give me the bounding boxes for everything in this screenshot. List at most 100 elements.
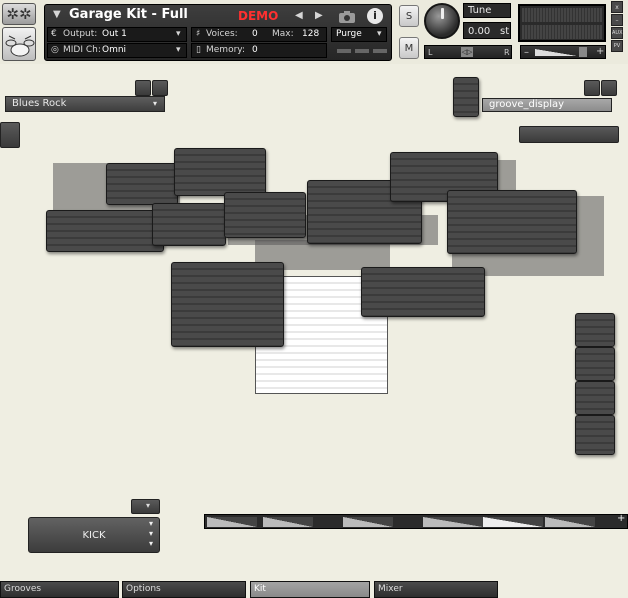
max-value: 128 — [302, 29, 320, 39]
mixer-fader[interactable] — [343, 517, 393, 527]
tab-grooves[interactable]: Grooves — [0, 581, 119, 598]
tab-mixer[interactable]: Mixer — [374, 581, 498, 598]
pan-left-label: L — [428, 48, 433, 57]
volume-plus-label: + — [596, 46, 605, 57]
volume-minus-label: – — [524, 47, 529, 58]
close-button[interactable]: x — [611, 1, 623, 13]
groove-display-button[interactable] — [453, 77, 479, 117]
drum-pad[interactable] — [575, 415, 615, 455]
voices-display: ♯ Voices: 0 Max: 128 — [191, 27, 327, 42]
aux-button[interactable]: AUX — [611, 27, 623, 39]
instrument-panel: ▼ Garage Kit - Full DEMO ◀ ▶ i € Output:… — [44, 4, 392, 61]
drum-pad[interactable] — [174, 148, 266, 196]
volume-handle[interactable] — [579, 47, 587, 57]
tune-value-box[interactable]: 0.00 st — [463, 22, 511, 39]
meter-left — [522, 8, 602, 22]
volume-slider[interactable]: – + — [520, 45, 606, 59]
memory-value: 0 — [252, 45, 258, 55]
purge-bar — [373, 49, 387, 53]
purge-dropdown[interactable]: Purge ▾ — [331, 27, 387, 42]
drum-pad[interactable] — [152, 203, 226, 246]
midi-channel-selector[interactable]: ◎ MIDI Ch: Omni ▾ — [47, 43, 187, 58]
max-label: Max: — [272, 29, 294, 39]
camera-icon[interactable] — [337, 9, 357, 23]
tab-kit[interactable]: Kit — [250, 581, 370, 598]
chevron-down-icon: ▾ — [153, 99, 158, 108]
groove-prev-button[interactable] — [135, 80, 151, 96]
midi-value: Omni — [102, 45, 127, 55]
tune-knob[interactable] — [424, 3, 460, 39]
drum-pad[interactable] — [575, 381, 615, 415]
voices-label: Voices: — [206, 29, 238, 39]
chevron-down-icon: ▾ — [176, 45, 181, 55]
drum-pad[interactable] — [46, 210, 164, 252]
info-icon[interactable]: i — [367, 8, 383, 24]
output-label: Output: — [63, 29, 98, 39]
pv-button[interactable]: PV — [611, 40, 623, 52]
groove-right-bar[interactable] — [519, 126, 619, 143]
chevron-down-icon: ▾ — [377, 29, 382, 39]
kick-selector-value: KICK — [82, 530, 106, 541]
prev-arrow-icon[interactable]: ◀ — [295, 10, 303, 21]
instrument-title[interactable]: Garage Kit - Full — [69, 7, 188, 22]
midi-label: MIDI Ch: — [63, 45, 101, 55]
memory-display: ▯ Memory: 0 — [191, 43, 327, 58]
drum-kit-icon — [5, 35, 35, 57]
chevron-down-icon: ▾ — [149, 539, 154, 548]
mixer-fader[interactable] — [207, 517, 257, 527]
mixer-fader[interactable] — [263, 517, 313, 527]
groove-display: groove_display — [482, 98, 612, 112]
demo-badge: DEMO — [238, 9, 279, 23]
drum-kit-logo — [2, 27, 36, 61]
memory-label: Memory: — [206, 45, 245, 55]
tune-unit: st — [500, 26, 510, 37]
drum-pad[interactable] — [224, 192, 306, 238]
mixer-strip: + — [204, 513, 628, 529]
mixer-fader[interactable] — [423, 517, 483, 527]
voices-value: 0 — [252, 29, 258, 39]
purge-bar — [337, 49, 351, 53]
purge-bar — [355, 49, 369, 53]
meter-right — [522, 25, 602, 39]
mixer-fader[interactable] — [483, 517, 543, 527]
pan-slider[interactable]: L ◁▷ R — [424, 45, 512, 59]
tune-label: Tune — [463, 3, 511, 18]
groove-right-next-button[interactable] — [601, 80, 617, 96]
kick-selector[interactable]: KICK ▾ ▾ ▾ — [28, 517, 160, 553]
drum-pad[interactable] — [575, 313, 615, 347]
groove-style-value: Blues Rock — [12, 98, 67, 109]
tab-options[interactable]: Options — [122, 581, 246, 598]
output-selector[interactable]: € Output: Out 1 ▾ — [47, 27, 187, 42]
drum-pad[interactable] — [106, 163, 178, 205]
drum-pad[interactable] — [447, 190, 577, 254]
minimize-button[interactable]: – — [611, 14, 623, 26]
volume-ramp — [535, 49, 577, 56]
knob-indicator — [441, 8, 444, 19]
groove-style-dropdown[interactable]: Blues Rock ▾ — [5, 96, 165, 112]
mixer-fader[interactable] — [545, 517, 595, 527]
drum-pad[interactable] — [171, 262, 284, 347]
voices-icon: ♯ — [196, 29, 201, 39]
solo-button[interactable]: S — [399, 5, 419, 27]
small-dropdown-button[interactable]: ▾ — [131, 499, 160, 514]
drum-pad[interactable] — [575, 347, 615, 381]
groove-right-prev-button[interactable] — [584, 80, 600, 96]
collapse-arrow-icon[interactable]: ▼ — [53, 9, 61, 20]
drum-pad[interactable] — [361, 267, 485, 317]
memory-icon: ▯ — [196, 45, 201, 55]
settings-gear-icon[interactable]: ✲✲ — [2, 3, 36, 25]
output-value: Out 1 — [102, 29, 127, 39]
purge-label: Purge — [336, 29, 362, 39]
midi-icon: ◎ — [51, 45, 59, 55]
pan-right-label: R — [504, 48, 510, 57]
pan-handle-icon[interactable]: ◁▷ — [461, 47, 473, 57]
mute-button[interactable]: M — [399, 37, 419, 59]
mixer-plus-label: + — [617, 513, 626, 524]
chevron-down-icon: ▾ — [176, 29, 181, 39]
output-icon: € — [51, 29, 57, 39]
next-arrow-icon[interactable]: ▶ — [315, 10, 323, 21]
tune-value: 0.00 — [468, 26, 491, 37]
left-side-button[interactable] — [0, 122, 20, 148]
groove-next-button[interactable] — [152, 80, 168, 96]
level-meter — [518, 4, 606, 42]
